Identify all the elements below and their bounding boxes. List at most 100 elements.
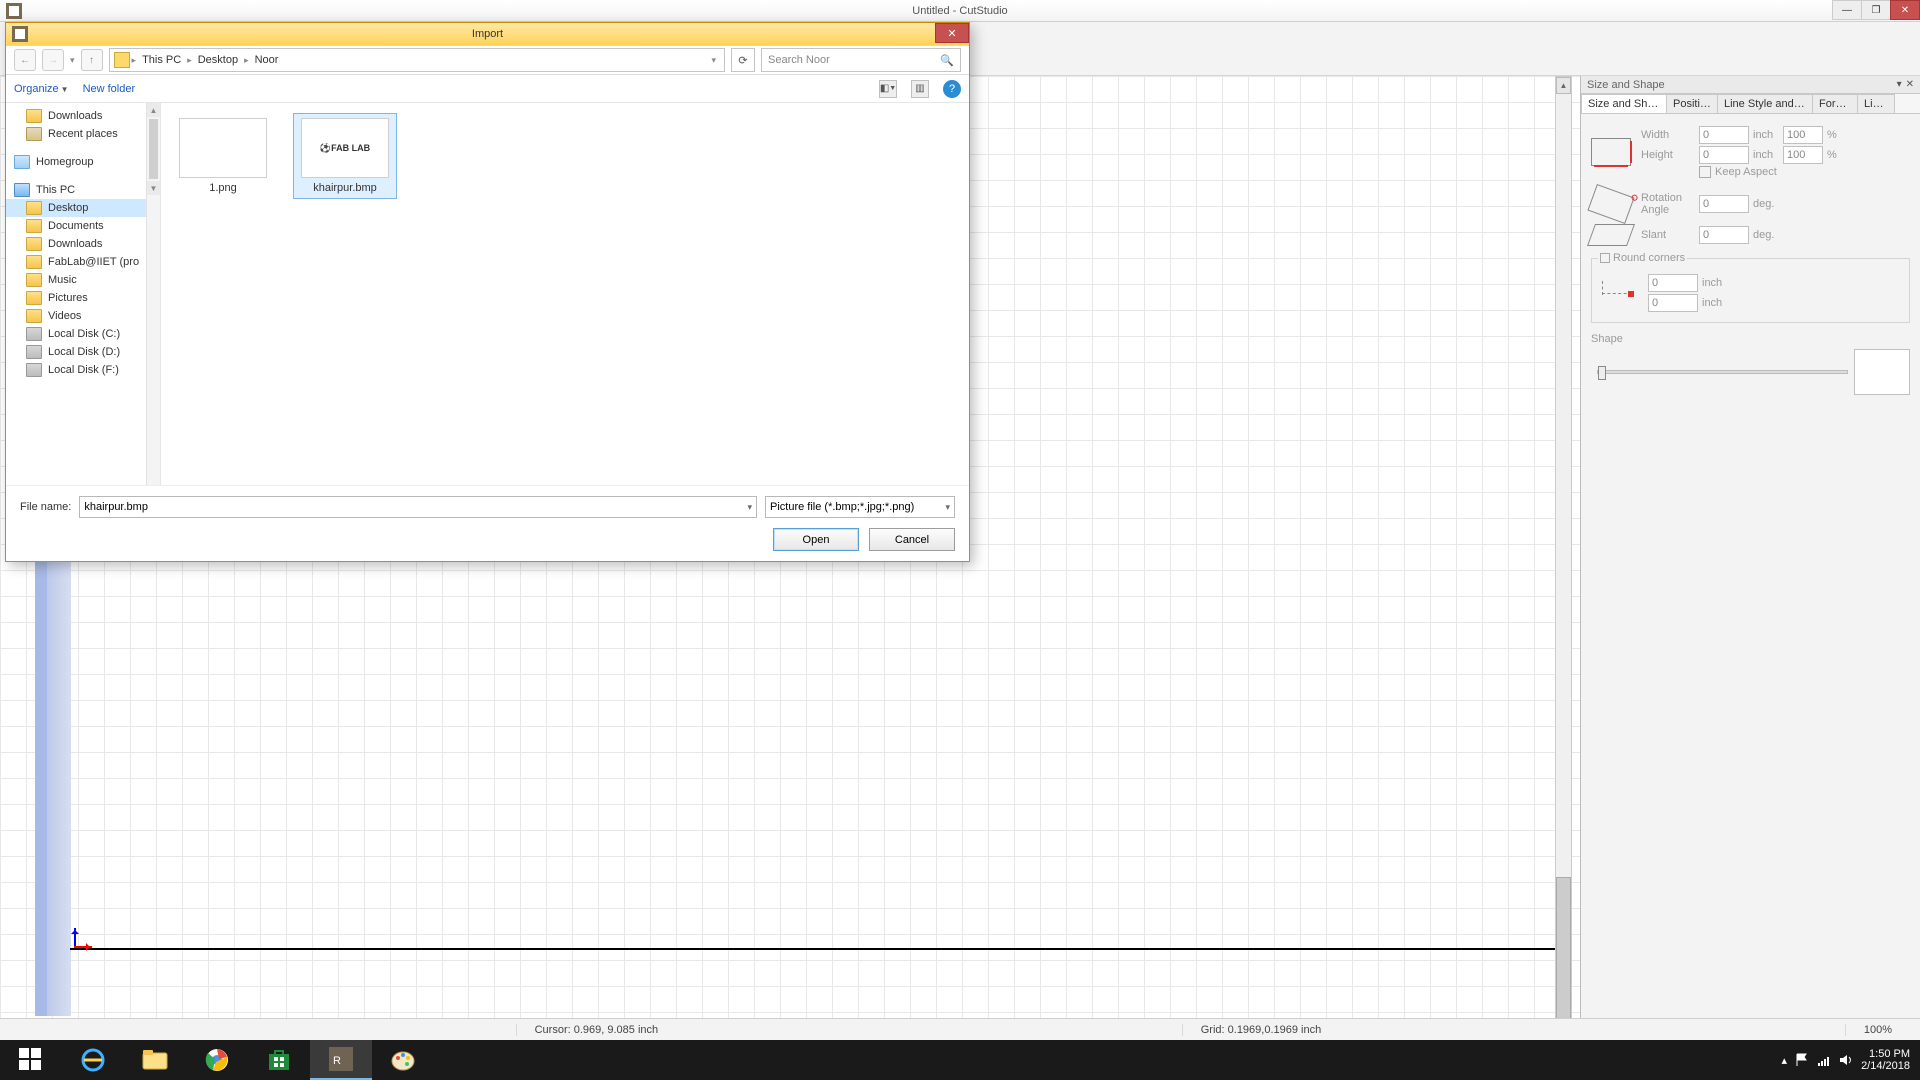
tree-d[interactable]: Local Disk (D:) bbox=[6, 343, 160, 361]
filename-input[interactable]: khairpur.bmp▾ bbox=[79, 496, 757, 518]
slant-label: Slant bbox=[1641, 229, 1699, 241]
file-item[interactable]: 1.png bbox=[171, 113, 275, 199]
chevron-right-icon[interactable]: ▸ bbox=[187, 55, 192, 66]
tree-thispc[interactable]: This PC bbox=[6, 181, 160, 199]
tab-links[interactable]: Links bbox=[1857, 94, 1895, 113]
tray-clock[interactable]: 1:50 PM 2/14/2018 bbox=[1861, 1048, 1910, 1072]
tree-recent[interactable]: Recent places bbox=[6, 125, 160, 143]
taskbar-paint[interactable] bbox=[372, 1040, 434, 1080]
filename-label: File name: bbox=[20, 501, 71, 513]
import-dialog: Import ✕ ← → ▾ ↑ ▸ This PC ▸ Desktop ▸ N… bbox=[5, 22, 970, 562]
height-label: Height bbox=[1641, 149, 1699, 161]
width-input[interactable]: 0 bbox=[1699, 126, 1749, 144]
chevron-right-icon[interactable]: ▸ bbox=[244, 55, 249, 66]
rc1-input[interactable]: 0 bbox=[1648, 274, 1698, 292]
shape-slider[interactable] bbox=[1597, 370, 1848, 374]
tree-pictures[interactable]: Pictures bbox=[6, 289, 160, 307]
tab-line-style[interactable]: Line Style and C... bbox=[1717, 94, 1813, 113]
maximize-button[interactable]: ❐ bbox=[1861, 0, 1891, 20]
tab-size-and-shape[interactable]: Size and Shape bbox=[1581, 94, 1667, 113]
tree-downloads[interactable]: Downloads bbox=[6, 107, 160, 125]
start-button[interactable] bbox=[0, 1040, 62, 1080]
canvas-baseline bbox=[70, 948, 1560, 950]
tray-volume-icon[interactable] bbox=[1839, 1053, 1853, 1067]
rotation-input[interactable]: 0 bbox=[1699, 195, 1749, 213]
tree-music[interactable]: Music bbox=[6, 271, 160, 289]
nav-forward-button[interactable]: → bbox=[42, 49, 64, 71]
scroll-up-icon[interactable]: ▲ bbox=[1556, 77, 1571, 94]
crumb-desktop[interactable]: Desktop bbox=[194, 54, 242, 66]
tab-format[interactable]: Format bbox=[1812, 94, 1858, 113]
taskbar-explorer[interactable] bbox=[124, 1040, 186, 1080]
keep-aspect-checkbox[interactable] bbox=[1699, 166, 1711, 178]
file-item[interactable]: ⚽FAB LAB khairpur.bmp bbox=[293, 113, 397, 199]
dialog-close-button[interactable]: ✕ bbox=[935, 23, 969, 43]
vertical-scrollbar[interactable]: ▲ ▼ bbox=[1555, 76, 1572, 1041]
view-preview-button[interactable]: ▥ bbox=[911, 80, 929, 98]
view-thumb-button[interactable]: ◧▼ bbox=[879, 80, 897, 98]
system-tray[interactable]: ▴ 1:50 PM 2/14/2018 bbox=[1772, 1048, 1920, 1072]
tree-scrollbar[interactable]: ▲▼ bbox=[146, 103, 160, 485]
app-close-button[interactable]: ✕ bbox=[1890, 0, 1920, 20]
rc2-input[interactable]: 0 bbox=[1648, 294, 1698, 312]
tree-desktop[interactable]: Desktop bbox=[6, 199, 160, 217]
new-folder-button[interactable]: New folder bbox=[83, 83, 136, 95]
tray-network-icon[interactable] bbox=[1817, 1053, 1831, 1067]
statusbar: Cursor: 0.969, 9.085 inch Grid: 0.1969,0… bbox=[0, 1018, 1920, 1040]
file-label: 1.png bbox=[209, 182, 237, 194]
app-icon bbox=[6, 3, 22, 19]
nav-back-button[interactable]: ← bbox=[14, 49, 36, 71]
app-title: Untitled - CutStudio bbox=[912, 5, 1007, 17]
tree-documents[interactable]: Documents bbox=[6, 217, 160, 235]
tab-position[interactable]: Position bbox=[1666, 94, 1718, 113]
taskbar-store[interactable] bbox=[248, 1040, 310, 1080]
tree-downloads2[interactable]: Downloads bbox=[6, 235, 160, 253]
crumb-dropdown-icon[interactable]: ▾ bbox=[707, 55, 720, 66]
width-pct-input[interactable]: 100 bbox=[1783, 126, 1823, 144]
tree-homegroup[interactable]: Homegroup bbox=[6, 153, 160, 171]
taskbar-chrome[interactable] bbox=[186, 1040, 248, 1080]
status-zoom: 100% bbox=[1845, 1024, 1910, 1036]
status-grid: Grid: 0.1969,0.1969 inch bbox=[1182, 1024, 1339, 1036]
nav-up-button[interactable]: ↑ bbox=[81, 49, 103, 71]
deg-unit2: deg. bbox=[1753, 229, 1783, 241]
breadcrumb[interactable]: ▸ This PC ▸ Desktop ▸ Noor ▾ bbox=[109, 48, 725, 72]
slant-icon bbox=[1587, 224, 1635, 246]
nav-history-icon[interactable]: ▾ bbox=[70, 55, 75, 66]
help-button[interactable]: ? bbox=[943, 80, 961, 98]
file-list[interactable]: 1.png ⚽FAB LAB khairpur.bmp bbox=[161, 103, 969, 485]
panel-pin-icon[interactable]: ▾ bbox=[1897, 79, 1902, 90]
file-thumb bbox=[179, 118, 267, 178]
panel-title-text: Size and Shape bbox=[1587, 79, 1665, 91]
tray-up-icon[interactable]: ▴ bbox=[1782, 1054, 1788, 1067]
refresh-button[interactable]: ⟳ bbox=[731, 48, 755, 72]
filetype-select[interactable]: Picture file (*.bmp;*.jpg;*.png)▾ bbox=[765, 496, 955, 518]
tray-flag-icon[interactable] bbox=[1795, 1053, 1809, 1067]
dialog-titlebar[interactable]: Import ✕ bbox=[6, 23, 969, 45]
svg-text:R: R bbox=[333, 1055, 341, 1067]
minimize-button[interactable]: — bbox=[1832, 0, 1862, 20]
folder-tree[interactable]: Downloads Recent places Homegroup This P… bbox=[6, 103, 161, 485]
open-button[interactable]: Open bbox=[773, 528, 859, 551]
slant-input[interactable]: 0 bbox=[1699, 226, 1749, 244]
height-input[interactable]: 0 bbox=[1699, 146, 1749, 164]
taskbar[interactable]: R ▴ 1:50 PM 2/14/2018 bbox=[0, 1040, 1920, 1080]
rotation-label: Rotation Angle bbox=[1641, 192, 1699, 216]
organize-button[interactable]: Organize▼ bbox=[14, 83, 69, 95]
chevron-right-icon[interactable]: ▸ bbox=[132, 55, 137, 66]
taskbar-cutstudio[interactable]: R bbox=[310, 1040, 372, 1080]
panel-close-icon[interactable]: ✕ bbox=[1906, 79, 1914, 90]
tree-videos[interactable]: Videos bbox=[6, 307, 160, 325]
cancel-button[interactable]: Cancel bbox=[869, 528, 955, 551]
taskbar-ie[interactable] bbox=[62, 1040, 124, 1080]
tree-c[interactable]: Local Disk (C:) bbox=[6, 325, 160, 343]
search-input[interactable]: Search Noor 🔍 bbox=[761, 48, 961, 72]
vscroll-thumb[interactable] bbox=[1556, 877, 1571, 1021]
height-unit: inch bbox=[1753, 149, 1783, 161]
round-corners-checkbox[interactable] bbox=[1600, 253, 1610, 263]
crumb-noor[interactable]: Noor bbox=[251, 54, 283, 66]
height-pct-input[interactable]: 100 bbox=[1783, 146, 1823, 164]
tree-fablab[interactable]: FabLab@IIET (pro bbox=[6, 253, 160, 271]
tree-f[interactable]: Local Disk (F:) bbox=[6, 361, 160, 379]
crumb-thispc[interactable]: This PC bbox=[138, 54, 185, 66]
